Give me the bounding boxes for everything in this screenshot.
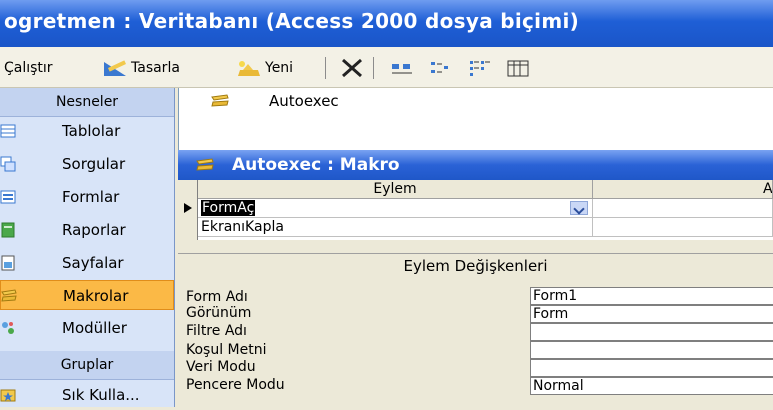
report-icon: [1, 222, 15, 238]
list-view-icon: [470, 61, 490, 76]
table-icon: [0, 124, 16, 138]
objbar-item-reports[interactable]: Raporlar: [0, 215, 174, 245]
param-data-mode-field[interactable]: [530, 359, 773, 377]
large-icons-icon: [392, 64, 412, 74]
param-label-data-mode: Veri Modu: [186, 359, 256, 375]
design-label: Tasarla: [131, 60, 180, 76]
small-icons-button[interactable]: [428, 57, 452, 79]
run-label: Çalıştır: [4, 60, 53, 76]
delete-icon: [342, 58, 362, 78]
database-toolbar: Çalıştır Tasarla Yeni: [0, 47, 773, 88]
objbar-item-tables[interactable]: Tablolar: [0, 116, 174, 146]
details-view-icon: [507, 60, 529, 77]
macro-action-grid: Eylem Açıklama FormAç EkranıKapla: [178, 180, 773, 240]
objbar-item-label: Formlar: [62, 188, 120, 206]
macro-window: Autoexec : Makro Eylem Açıklama FormAç E…: [178, 150, 773, 407]
design-icon: [104, 60, 127, 76]
list-view-button[interactable]: [468, 57, 492, 79]
param-label-where-condition: Koşul Metni: [186, 342, 267, 358]
chevron-down-icon[interactable]: [570, 201, 588, 215]
objbar-item-forms[interactable]: Formlar: [0, 182, 174, 212]
list-item-autoexec[interactable]: Autoexec: [269, 92, 339, 110]
param-label-view: Görünüm: [186, 305, 252, 321]
macro-title: Autoexec : Makro: [232, 155, 400, 175]
objbar-item-favorites[interactable]: Sık Kulla...: [0, 380, 174, 410]
window-title-bar[interactable]: ogretmen : Veritabanı (Access 2000 dosya…: [0, 0, 773, 47]
action-arguments-header: Eylem Değişkenleri: [178, 253, 773, 278]
page-icon: [1, 255, 15, 271]
design-button[interactable]: Tasarla: [102, 57, 180, 79]
objbar-item-label: Tablolar: [62, 122, 121, 140]
run-button[interactable]: Çalıştır: [4, 57, 53, 79]
favorites-icon: [0, 389, 16, 402]
objbar-item-modules[interactable]: Modüller: [0, 313, 174, 343]
param-view-field[interactable]: Form: [530, 305, 773, 323]
details-view-button[interactable]: [506, 57, 530, 79]
column-header-comment[interactable]: Açıklama: [593, 180, 773, 199]
objbar-item-label: Modüller: [62, 319, 127, 337]
action-arguments-panel: Form Adı Form1 Görünüm Form Filtre Adı K…: [178, 281, 773, 407]
module-icon: [2, 322, 14, 334]
large-icons-button[interactable]: [390, 57, 414, 79]
comment-cell[interactable]: [593, 199, 773, 218]
param-filter-name-field[interactable]: [530, 323, 773, 341]
toolbar-separator: [373, 57, 374, 79]
macro-icon: [211, 94, 229, 107]
param-where-condition-field[interactable]: [530, 341, 773, 359]
new-icon: [238, 61, 260, 76]
objbar-item-label: Raporlar: [62, 221, 126, 239]
param-label-filter-name: Filtre Adı: [186, 323, 247, 339]
objects-bar: Nesneler Tablolar Sorgular Formlar Rapor…: [0, 88, 175, 407]
param-form-name-field[interactable]: Form1: [530, 287, 773, 305]
form-icon: [0, 190, 16, 204]
objbar-item-macros[interactable]: Makrolar: [0, 280, 174, 310]
current-row-icon: [184, 203, 192, 213]
param-label-window-mode: Pencere Modu: [186, 377, 285, 393]
param-label-form-name: Form Adı: [186, 289, 248, 305]
objbar-item-label: Sayfalar: [62, 254, 124, 272]
macro-icon: [196, 158, 214, 171]
objbar-item-label: Makrolar: [63, 287, 129, 305]
objbar-item-label: Sorgular: [62, 155, 126, 173]
toolbar-separator: [325, 57, 326, 79]
param-window-mode-field[interactable]: Normal: [530, 377, 773, 395]
objbar-item-label: Sık Kulla...: [62, 386, 140, 404]
action-cell[interactable]: FormAç: [198, 199, 593, 218]
macro-icon: [1, 289, 17, 302]
objbar-item-pages[interactable]: Sayfalar: [0, 248, 174, 278]
macro-title-bar[interactable]: Autoexec : Makro: [178, 150, 773, 180]
objects-header[interactable]: Nesneler: [0, 88, 174, 117]
action-value: FormAç: [201, 200, 256, 216]
window-title: ogretmen : Veritabanı (Access 2000 dosya…: [4, 9, 580, 33]
groups-header[interactable]: Gruplar: [0, 351, 174, 380]
objbar-item-queries[interactable]: Sorgular: [0, 149, 174, 179]
new-label: Yeni: [265, 60, 294, 76]
action-cell[interactable]: EkranıKapla: [198, 218, 593, 237]
delete-button[interactable]: [340, 57, 364, 79]
column-header-action[interactable]: Eylem: [198, 180, 593, 199]
new-button[interactable]: Yeni: [236, 57, 293, 79]
small-icons-icon: [431, 62, 448, 73]
object-list: Autoexec: [178, 88, 773, 150]
query-icon: [0, 156, 16, 172]
comment-cell[interactable]: [593, 218, 773, 237]
